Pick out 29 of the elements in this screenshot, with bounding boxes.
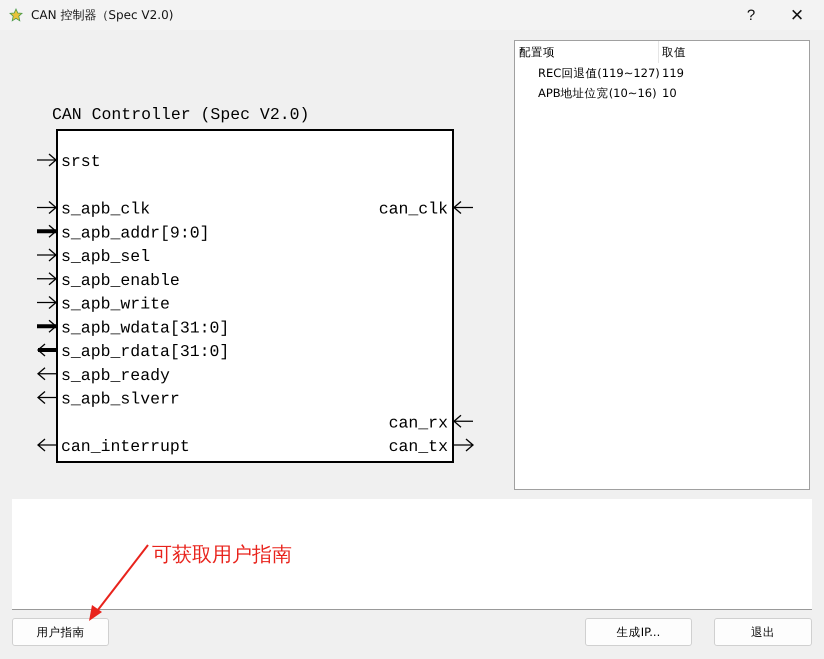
port-label: s_apb_wdata[31:0] (61, 318, 230, 338)
exit-button[interactable]: 退出 (714, 618, 812, 646)
user-guide-button[interactable]: 用户指南 (12, 618, 109, 646)
port-label: srst (61, 152, 101, 171)
help-button[interactable]: ? (728, 0, 774, 30)
column-header: 配置项 (515, 41, 659, 63)
column-header: 取值 (661, 44, 686, 60)
port-label: s_apb_addr[9:0] (61, 223, 210, 242)
window-title: CAN 控制器（Spec V2.0) (31, 6, 174, 24)
port-label: can_interrupt (61, 437, 190, 456)
generate-ip-button[interactable]: 生成IP... (585, 618, 692, 646)
annotation-text: 可获取用户指南 (152, 541, 292, 568)
table-cell-text: 10 (661, 86, 677, 100)
port-label: can_rx (388, 413, 448, 432)
table-cell-text: REC回退值(119~127) (537, 66, 659, 80)
table-cell-text: 119 (661, 66, 684, 80)
port-label: s_apb_rdata[31:0] (61, 342, 230, 361)
port-label: s_apb_sel (61, 247, 150, 266)
close-button[interactable]: × (774, 0, 820, 30)
port-label: s_apb_clk (61, 200, 150, 218)
port-label: can_clk (378, 200, 448, 218)
app-star-icon (9, 8, 23, 22)
table-cell-text: APB地址位宽(10~16) (537, 86, 658, 100)
diagram-title: CAN Controller (Spec V2.0) (52, 105, 310, 124)
port-label: can_tx (388, 437, 448, 456)
port-label: s_apb_enable (61, 270, 180, 290)
port-label: s_apb_ready (61, 366, 170, 385)
port-label: s_apb_slverr (61, 390, 180, 408)
port-label: s_apb_write (61, 294, 170, 314)
